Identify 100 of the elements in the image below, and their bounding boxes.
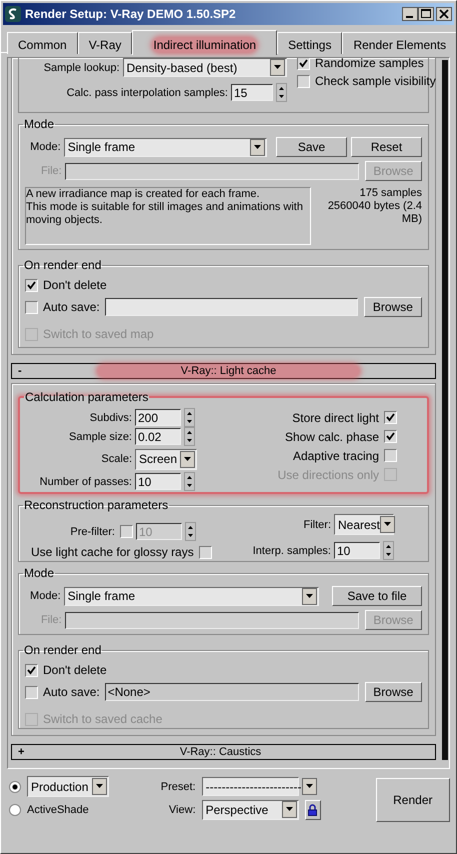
- dropdown[interactable]: Production: [27, 776, 109, 797]
- render-button[interactable]: Render: [376, 778, 450, 822]
- checkbox[interactable]: [25, 278, 38, 292]
- field-label: Interp. samples:: [252, 544, 331, 556]
- number-field[interactable]: 15: [231, 84, 273, 101]
- group-title: Mode: [24, 117, 54, 131]
- field-label: Preset:: [160, 780, 196, 792]
- lock-icon: [308, 804, 318, 816]
- window-title: Render Setup: V-Ray DEMO 1.50.SP2: [25, 7, 237, 21]
- button[interactable]: Reset: [351, 137, 422, 157]
- checkbox-label: Use directions only: [278, 468, 379, 482]
- tab[interactable]: V-Ray: [78, 32, 132, 54]
- checkbox-label: Randomize samples: [315, 58, 424, 70]
- field-label: Mode:: [29, 590, 61, 602]
- toggle-sign: -: [18, 365, 23, 377]
- number-field: 10: [136, 523, 182, 540]
- checkbox[interactable]: [384, 430, 397, 443]
- dropdown[interactable]: Density-based (best): [122, 58, 287, 77]
- checkbox-label: Auto save:: [43, 300, 100, 314]
- number-field[interactable]: 0.02: [135, 428, 181, 445]
- button[interactable]: Save: [276, 137, 347, 157]
- description-text: A new irradiance map is created for each frame. This mode is suitable for still images and animations with moving objects.: [25, 187, 311, 245]
- checkbox[interactable]: [297, 74, 310, 88]
- check-icon: [27, 280, 36, 290]
- checkbox[interactable]: [384, 449, 397, 462]
- button[interactable]: Browse: [364, 682, 422, 702]
- field-label: View:: [168, 804, 196, 816]
- dropdown[interactable]: Single frame: [64, 586, 319, 606]
- radio-button[interactable]: [9, 780, 21, 792]
- stat-text: 2560040 bytes (2.4 MB): [326, 200, 422, 226]
- checkbox[interactable]: [198, 546, 212, 558]
- radio-button[interactable]: [9, 804, 21, 816]
- spinner-arrows-icon[interactable]: [184, 472, 195, 491]
- checkbox-label: Switch to saved cache: [43, 712, 162, 726]
- checkbox[interactable]: [25, 686, 38, 698]
- app-icon: [5, 6, 21, 22]
- button[interactable]: Browse: [364, 297, 422, 317]
- checkbox-label: Adaptive tracing: [292, 448, 379, 462]
- spinner-arrows-icon[interactable]: [184, 408, 195, 427]
- checkbox-label: Store direct light: [292, 410, 379, 424]
- field-label: Calc. pass interpolation samples:: [66, 86, 228, 98]
- group-title: Mode: [24, 566, 54, 580]
- dropdown[interactable]: Screen: [135, 448, 197, 470]
- tab[interactable]: Indirect illumination: [132, 30, 278, 55]
- number-field[interactable]: 10: [135, 473, 181, 490]
- spinner-arrows-icon[interactable]: [276, 83, 287, 102]
- group-title: On render end: [24, 643, 102, 657]
- close-icon[interactable]: [436, 7, 452, 21]
- stat-text: 175 samples: [358, 187, 422, 200]
- toggle-sign: +: [18, 746, 26, 758]
- checkbox-label: Don't delete: [43, 278, 107, 292]
- scrollbar[interactable]: [442, 60, 448, 760]
- rollout-title: V-Ray:: Light cache: [98, 365, 359, 377]
- file-field[interactable]: <None>: [104, 683, 359, 701]
- checkbox-label: Show calc. phase: [284, 430, 379, 444]
- field-label: Sample size:: [68, 430, 132, 442]
- dropdown[interactable]: Single frame: [64, 138, 267, 156]
- number-field[interactable]: 10: [334, 542, 380, 559]
- field-label: Number of passes:: [38, 476, 132, 488]
- check-icon: [386, 413, 395, 422]
- field-label: File:: [40, 165, 62, 177]
- field-label: Sample lookup:: [42, 62, 120, 74]
- rollout-header[interactable]: - V-Ray:: Light cache: [11, 363, 436, 379]
- field-label: Mode:: [29, 141, 61, 153]
- spinner-arrows-icon[interactable]: [184, 427, 195, 446]
- checkbox[interactable]: [297, 58, 310, 70]
- checkbox-label: Auto save:: [43, 685, 100, 699]
- maximize-icon[interactable]: [418, 7, 434, 21]
- file-field[interactable]: [104, 298, 358, 316]
- field-label: Scale:: [100, 453, 132, 465]
- check-icon: [27, 666, 36, 674]
- check-icon: [386, 432, 395, 441]
- dropdown[interactable]: Perspective: [202, 800, 299, 820]
- tab[interactable]: Settings: [277, 32, 342, 54]
- tab[interactable]: Render Elements: [342, 32, 456, 54]
- checkbox[interactable]: [384, 411, 397, 424]
- lock-button[interactable]: [304, 800, 321, 820]
- spinner-arrows-icon[interactable]: [185, 522, 196, 541]
- number-field[interactable]: 200: [135, 409, 181, 426]
- checkbox-label: Don't delete: [43, 663, 107, 677]
- field-label: Pre-filter:: [69, 526, 115, 538]
- field-label: Filter:: [304, 518, 331, 530]
- spinner-arrows-icon[interactable]: [383, 541, 394, 560]
- button[interactable]: Save to file: [332, 586, 422, 606]
- minimize-icon[interactable]: [402, 7, 418, 21]
- check-icon: [299, 58, 308, 68]
- group-title: On render end: [24, 258, 102, 272]
- rollout-header[interactable]: + V-Ray:: Caustics: [11, 744, 436, 760]
- checkbox-label: Use light cache for glossy rays: [31, 545, 194, 559]
- group-title: Calculation parameters: [25, 390, 148, 404]
- checkbox-label: Check sample visibility: [315, 74, 436, 88]
- group-title: Reconstruction parameters: [24, 498, 168, 512]
- radio-label: ActiveShade: [27, 804, 89, 816]
- field-label: Subdivs:: [88, 412, 132, 424]
- field-label: File:: [40, 614, 62, 626]
- tab[interactable]: Common: [7, 32, 78, 54]
- checkbox[interactable]: [25, 664, 38, 676]
- checkbox-label: Switch to saved map: [43, 327, 154, 341]
- checkbox[interactable]: [25, 300, 38, 314]
- dropdown[interactable]: Nearest: [334, 514, 394, 535]
